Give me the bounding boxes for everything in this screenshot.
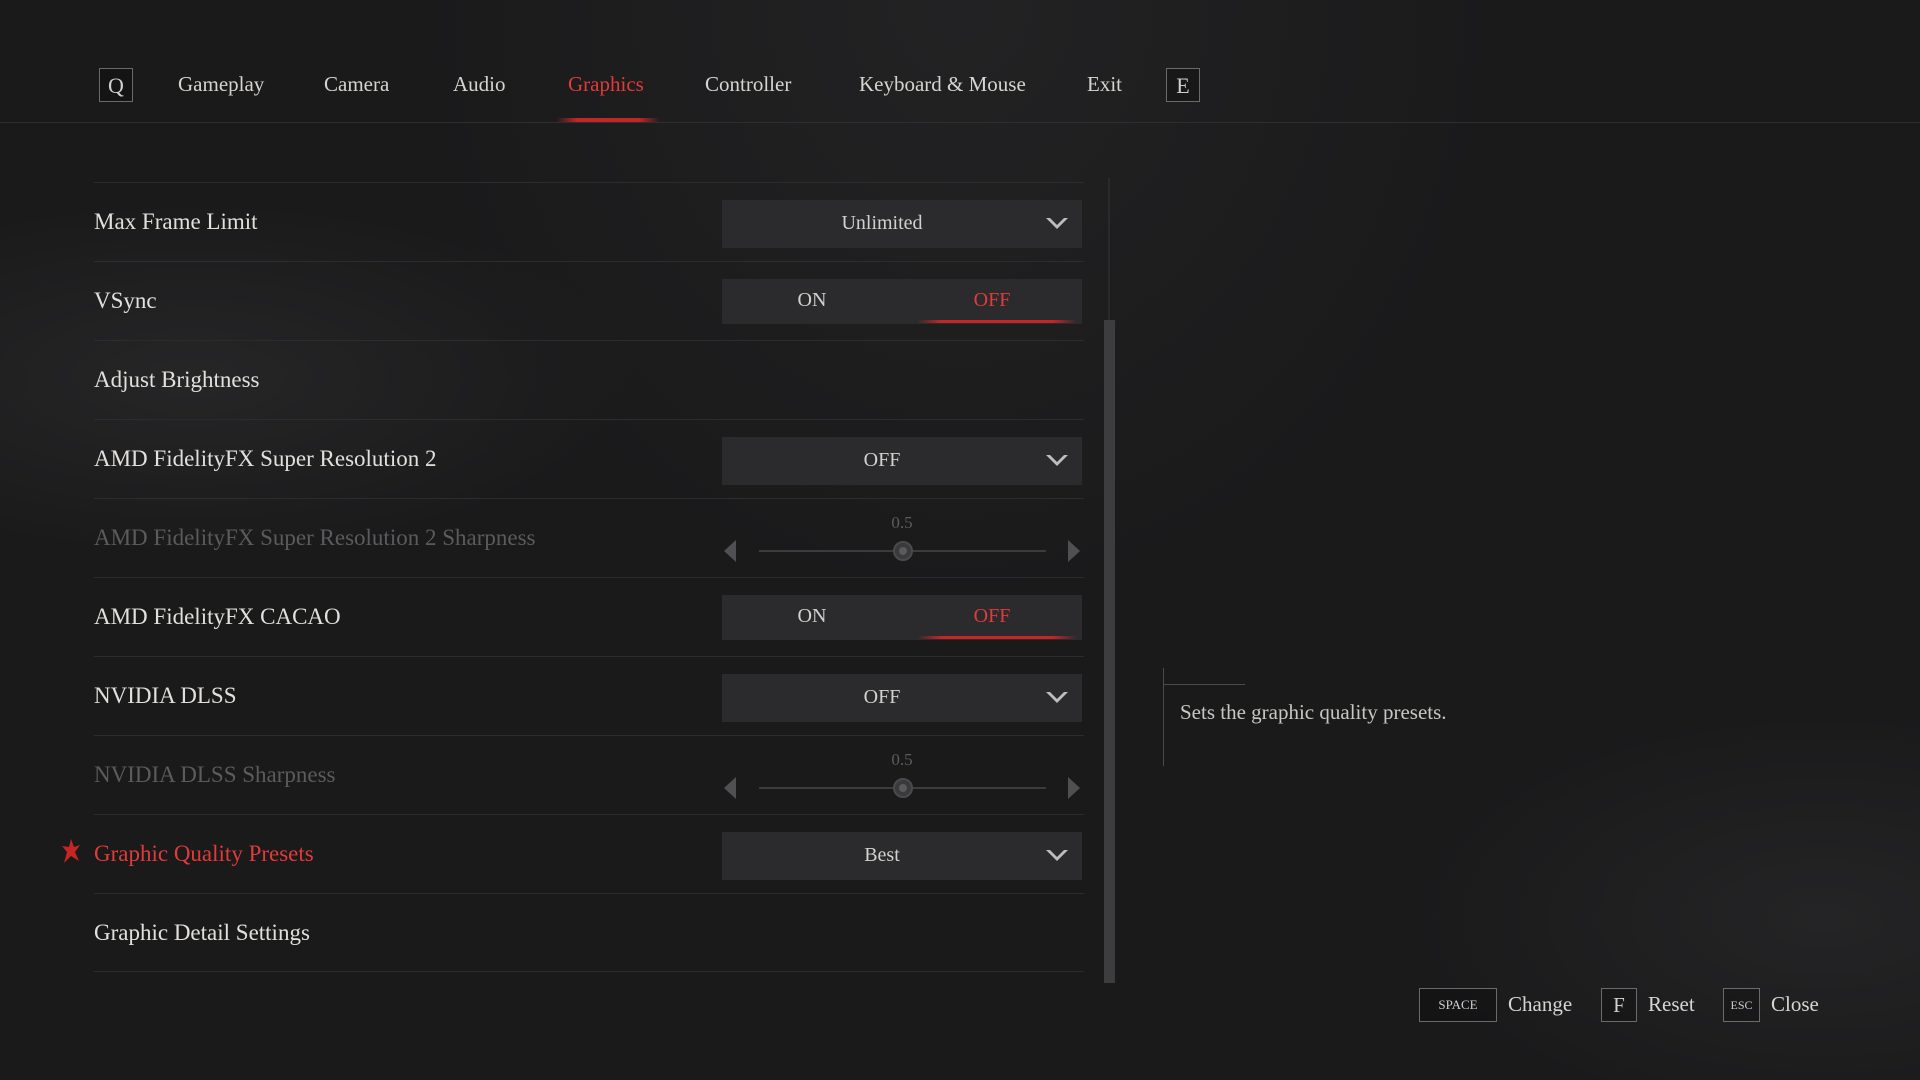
tab-keyboard-mouse[interactable]: Keyboard & Mouse xyxy=(859,72,1026,97)
slider-knob xyxy=(892,541,913,561)
cacao-on-option[interactable]: ON xyxy=(722,605,902,628)
chevron-down-icon xyxy=(1046,455,1068,466)
setting-label: Adjust Brightness xyxy=(94,367,260,392)
setting-label: NVIDIA DLSS xyxy=(94,683,237,708)
vsync-toggle[interactable]: ON OFF xyxy=(722,279,1082,324)
setting-label: AMD FidelityFX Super Resolution 2 xyxy=(94,446,437,471)
amd-fsr2-sharpness-slider: 0.5 xyxy=(722,511,1082,571)
prev-tab-key[interactable]: Q xyxy=(99,68,133,102)
setting-row-nvidia-dlss-sharpness: NVIDIA DLSS Sharpness 0.5 xyxy=(94,735,1084,814)
setting-row-amd-fsr2-sharpness: AMD FidelityFX Super Resolution 2 Sharpn… xyxy=(94,498,1084,577)
selected-option-underline xyxy=(917,636,1077,639)
setting-row-max-frame-limit[interactable]: Max Frame Limit Unlimited xyxy=(94,182,1084,261)
setting-description: Sets the graphic quality presets. xyxy=(1180,700,1447,724)
tab-camera[interactable]: Camera xyxy=(324,72,389,97)
setting-row-graphic-quality-presets[interactable]: Graphic Quality Presets Best xyxy=(62,814,1084,893)
arrow-right-icon xyxy=(1068,540,1080,562)
chevron-down-icon xyxy=(1046,850,1068,861)
chevron-down-icon xyxy=(1046,692,1068,703)
close-hint-label[interactable]: Close xyxy=(1771,992,1819,1017)
reset-hint-label[interactable]: Reset xyxy=(1648,992,1695,1017)
selected-option-underline xyxy=(917,320,1077,323)
esc-key-hint[interactable]: ESC xyxy=(1723,988,1760,1022)
setting-label: Graphic Quality Presets xyxy=(94,841,314,866)
setting-label: NVIDIA DLSS Sharpness xyxy=(94,762,336,787)
setting-row-graphic-detail-settings[interactable]: Graphic Detail Settings xyxy=(94,893,1084,972)
setting-row-nvidia-dlss[interactable]: NVIDIA DLSS OFF xyxy=(94,656,1084,735)
active-tab-underline xyxy=(556,118,660,122)
graphics-settings-list: Max Frame Limit Unlimited VSync ON OFF A… xyxy=(62,182,1084,972)
graphic-quality-presets-dropdown[interactable]: Best xyxy=(722,832,1082,880)
chevron-down-icon xyxy=(1046,218,1068,229)
arrow-left-icon xyxy=(724,540,736,562)
arrow-left-icon xyxy=(724,777,736,799)
change-hint-label[interactable]: Change xyxy=(1508,992,1572,1017)
nvidia-dlss-dropdown[interactable]: OFF xyxy=(722,674,1082,722)
description-divider xyxy=(1163,684,1245,685)
setting-row-amd-cacao[interactable]: AMD FidelityFX CACAO ON OFF xyxy=(94,577,1084,656)
dropdown-value: OFF xyxy=(863,686,901,708)
setting-row-amd-fsr2[interactable]: AMD FidelityFX Super Resolution 2 OFF xyxy=(94,419,1084,498)
arrow-right-icon xyxy=(1068,777,1080,799)
amd-fsr2-dropdown[interactable]: OFF xyxy=(722,437,1082,485)
tab-graphics[interactable]: Graphics xyxy=(568,72,644,97)
amd-cacao-toggle[interactable]: ON OFF xyxy=(722,595,1082,640)
setting-label: VSync xyxy=(94,288,157,313)
scrollbar-thumb[interactable] xyxy=(1104,320,1115,983)
f-key-hint[interactable]: F xyxy=(1601,988,1637,1022)
tab-gameplay[interactable]: Gameplay xyxy=(178,72,264,97)
tab-controller[interactable]: Controller xyxy=(705,72,791,97)
setting-label: AMD FidelityFX CACAO xyxy=(94,604,341,629)
dropdown-value: OFF xyxy=(863,449,901,471)
setting-row-adjust-brightness[interactable]: Adjust Brightness xyxy=(94,340,1084,419)
slider-value: 0.5 xyxy=(891,750,913,769)
setting-row-vsync[interactable]: VSync ON OFF xyxy=(94,261,1084,340)
slider-value: 0.5 xyxy=(891,513,913,532)
description-divider xyxy=(1163,668,1164,766)
setting-label: AMD FidelityFX Super Resolution 2 Sharpn… xyxy=(94,525,536,550)
max-frame-limit-dropdown[interactable]: Unlimited xyxy=(722,200,1082,248)
space-key-hint[interactable]: SPACE xyxy=(1419,988,1497,1022)
slider-knob xyxy=(892,778,913,798)
next-tab-key[interactable]: E xyxy=(1166,68,1200,102)
setting-label: Graphic Detail Settings xyxy=(94,920,310,945)
settings-screen: Q Gameplay Camera Audio Graphics Control… xyxy=(0,0,1920,1080)
vsync-on-option[interactable]: ON xyxy=(722,289,902,312)
tab-exit[interactable]: Exit xyxy=(1087,72,1122,97)
nvidia-dlss-sharpness-slider: 0.5 xyxy=(722,748,1082,808)
vsync-off-option[interactable]: OFF xyxy=(902,289,1082,312)
dropdown-value: Best xyxy=(864,844,900,866)
cacao-off-option[interactable]: OFF xyxy=(902,605,1082,628)
tab-audio[interactable]: Audio xyxy=(453,72,506,97)
dropdown-value: Unlimited xyxy=(841,212,923,234)
setting-label: Max Frame Limit xyxy=(94,209,258,234)
selection-marker-icon xyxy=(62,839,80,863)
top-nav-bar: Q Gameplay Camera Audio Graphics Control… xyxy=(0,0,1920,123)
